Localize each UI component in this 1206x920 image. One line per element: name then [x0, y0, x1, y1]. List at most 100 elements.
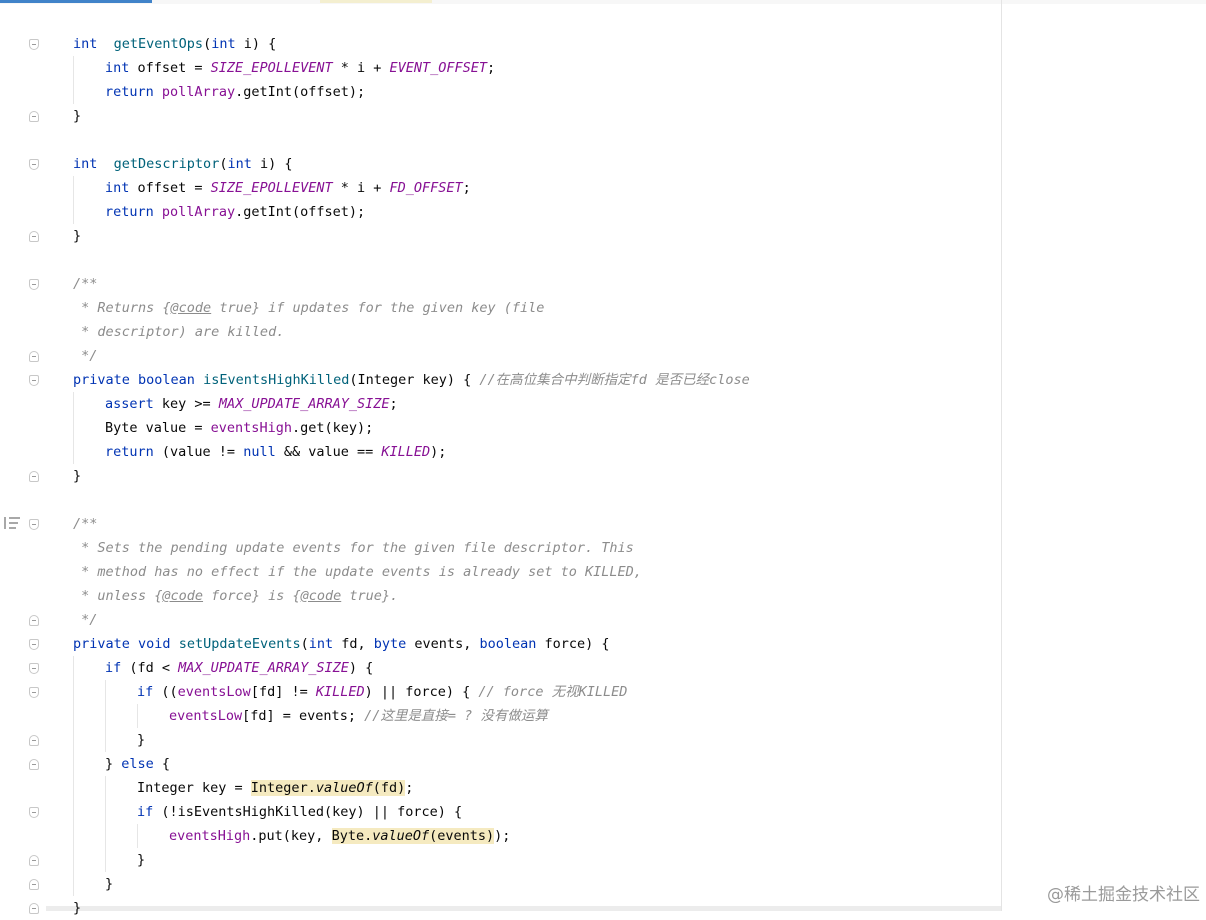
code-line[interactable]: * Sets the pending update events for the…: [73, 536, 634, 560]
code-token: * Sets the pending update events for the…: [73, 540, 634, 556]
code-line[interactable]: Integer key = Integer.valueOf(fd);: [137, 776, 413, 800]
code-token: (events): [429, 828, 495, 844]
fold-marker-icon[interactable]: [29, 519, 39, 530]
fold-marker-icon[interactable]: [29, 351, 39, 362]
code-line[interactable]: int getDescriptor(int i) {: [73, 152, 293, 176]
code-line[interactable]: Byte value = eventsHigh.get(key);: [105, 416, 373, 440]
indent-guide: [137, 704, 138, 728]
code-line[interactable]: private boolean isEventsHighKilled(Integ…: [73, 368, 750, 392]
code-token: .get(key);: [291, 420, 374, 436]
code-token: int: [308, 636, 334, 652]
code-line[interactable]: eventsHigh.put(key, Byte.valueOf(events)…: [169, 824, 510, 848]
code-line[interactable]: if ((eventsLow[fd] != KILLED) || force) …: [137, 680, 627, 704]
code-line[interactable]: return pollArray.getInt(offset);: [105, 80, 365, 104]
code-token: }: [73, 108, 82, 124]
code-line[interactable]: /**: [73, 512, 97, 536]
fold-marker-icon[interactable]: [29, 159, 39, 170]
fold-marker-icon[interactable]: [29, 111, 39, 122]
code-line[interactable]: int offset = SIZE_EPOLLEVENT * i + EVENT…: [105, 56, 495, 80]
code-line[interactable]: if (fd < MAX_UPDATE_ARRAY_SIZE) {: [105, 656, 373, 680]
code-line[interactable]: if (!isEventsHighKilled(key) || force) {: [137, 800, 462, 824]
code-token: SIZE_EPOLLEVENT: [210, 180, 333, 196]
code-line[interactable]: private void setUpdateEvents(int fd, byt…: [73, 632, 610, 656]
code-line[interactable]: }: [73, 464, 81, 488]
code-token: (fd): [372, 780, 406, 796]
code-token: }: [73, 228, 82, 244]
fold-marker-icon[interactable]: [29, 375, 39, 386]
code-line[interactable]: } else {: [105, 752, 170, 776]
code-line[interactable]: */: [73, 344, 97, 368]
code-line[interactable]: return pollArray.getInt(offset);: [105, 200, 365, 224]
code-line[interactable]: int getEventOps(int i) {: [73, 32, 276, 56]
fold-marker-icon[interactable]: [29, 279, 39, 290]
code-token: }: [105, 876, 114, 892]
code-line[interactable]: }: [105, 872, 113, 896]
indent-guide: [73, 176, 74, 224]
fold-marker-icon[interactable]: [29, 759, 39, 770]
fold-marker-icon[interactable]: [29, 687, 39, 698]
code-line[interactable]: assert key >= MAX_UPDATE_ARRAY_SIZE;: [105, 392, 398, 416]
code-line[interactable]: }: [137, 848, 145, 872]
code-token: return: [105, 444, 154, 460]
code-token: ;: [405, 780, 414, 796]
code-token: else: [121, 756, 154, 772]
code-line[interactable]: return (value != null && value == KILLED…: [105, 440, 446, 464]
code-token: Byte value =: [105, 420, 211, 436]
fold-marker-icon[interactable]: [29, 903, 39, 914]
code-token: /**: [73, 276, 98, 292]
code-line[interactable]: * unless {@code force} is {@code true}.: [73, 584, 398, 608]
code-token: @code: [162, 588, 204, 604]
code-token: offset =: [129, 60, 211, 76]
code-token: int: [105, 180, 130, 196]
code-line[interactable]: }: [73, 224, 81, 248]
right-margin-guide: [1001, 0, 1002, 911]
code-token: */: [73, 612, 98, 628]
fold-marker-icon[interactable]: [29, 879, 39, 890]
code-token: //在高位集合中判断指定fd 是否已经close: [479, 372, 750, 388]
code-line[interactable]: * descriptor) are killed.: [73, 320, 284, 344]
code-token: force) {: [536, 636, 610, 652]
code-token: valueOf: [372, 828, 430, 844]
code-token: (value !=: [153, 444, 244, 460]
code-line[interactable]: * method has no effect if the update eve…: [73, 560, 642, 584]
code-token: (!isEventsHighKilled(key) || force) {: [153, 804, 463, 820]
fold-marker-icon[interactable]: [29, 807, 39, 818]
code-token: private boolean: [73, 372, 195, 388]
code-token: MAX_UPDATE_ARRAY_SIZE: [218, 396, 390, 412]
code-token: if: [137, 684, 154, 700]
code-token: //这里是直接= ? 没有做运算: [364, 708, 548, 724]
fold-marker-icon[interactable]: [29, 855, 39, 866]
code-line[interactable]: int offset = SIZE_EPOLLEVENT * i + FD_OF…: [105, 176, 471, 200]
code-line[interactable]: }: [73, 896, 81, 920]
code-token: ;: [389, 396, 398, 412]
indent-guide: [137, 824, 138, 848]
indent-guide: [105, 776, 106, 872]
code-token: .put(key,: [250, 828, 332, 844]
fold-marker-icon[interactable]: [29, 39, 39, 50]
code-token: (: [300, 636, 309, 652]
code-token: int: [73, 156, 98, 172]
code-line[interactable]: }: [137, 728, 145, 752]
code-token: * Returns {: [73, 300, 171, 316]
code-line[interactable]: /**: [73, 272, 97, 296]
watermark: @稀土掘金技术社区: [1047, 885, 1200, 905]
code-token: getEventOps: [113, 36, 204, 52]
fold-marker-icon[interactable]: [29, 231, 39, 242]
code-token: byte: [373, 636, 407, 652]
code-line[interactable]: eventsLow[fd] = events; //这里是直接= ? 没有做运算: [169, 704, 548, 728]
code-token: EVENT_OFFSET: [389, 60, 488, 76]
fold-marker-icon[interactable]: [29, 639, 39, 650]
fold-marker-icon[interactable]: [29, 735, 39, 746]
fold-marker-icon[interactable]: [29, 471, 39, 482]
fold-marker-icon[interactable]: [29, 615, 39, 626]
code-token: ;: [487, 60, 496, 76]
code-line[interactable]: }: [73, 104, 81, 128]
code-token: [fd] !=: [250, 684, 316, 700]
code-line[interactable]: */: [73, 608, 97, 632]
fold-marker-icon[interactable]: [29, 663, 39, 674]
code-token: int: [73, 36, 98, 52]
code-token: assert: [105, 396, 154, 412]
code-line[interactable]: * Returns {@code true} if updates for th…: [73, 296, 544, 320]
code-lines: int getEventOps(int i) {int offset = SIZ…: [0, 0, 1001, 916]
